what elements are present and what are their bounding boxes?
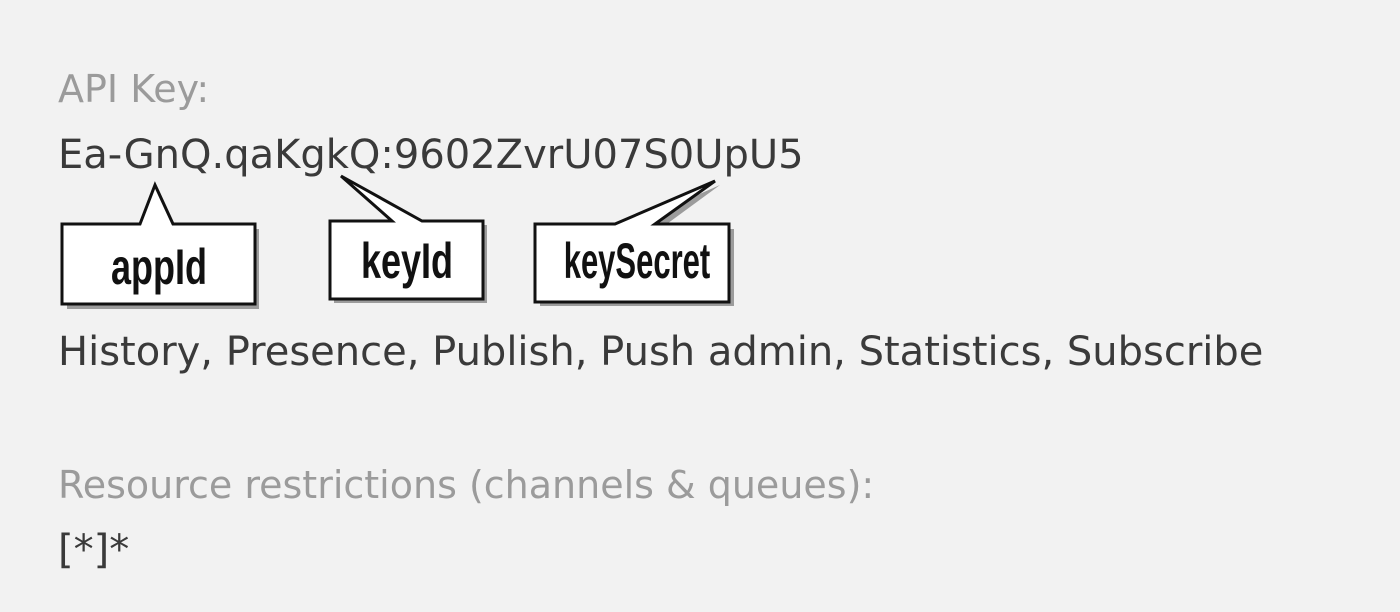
- annotation-callouts: [60, 174, 734, 309]
- callout-keysecret-label: keySecret: [563, 233, 711, 289]
- callout-appid-label: appId: [110, 239, 207, 295]
- callout-keyid-label: keyId: [360, 233, 454, 289]
